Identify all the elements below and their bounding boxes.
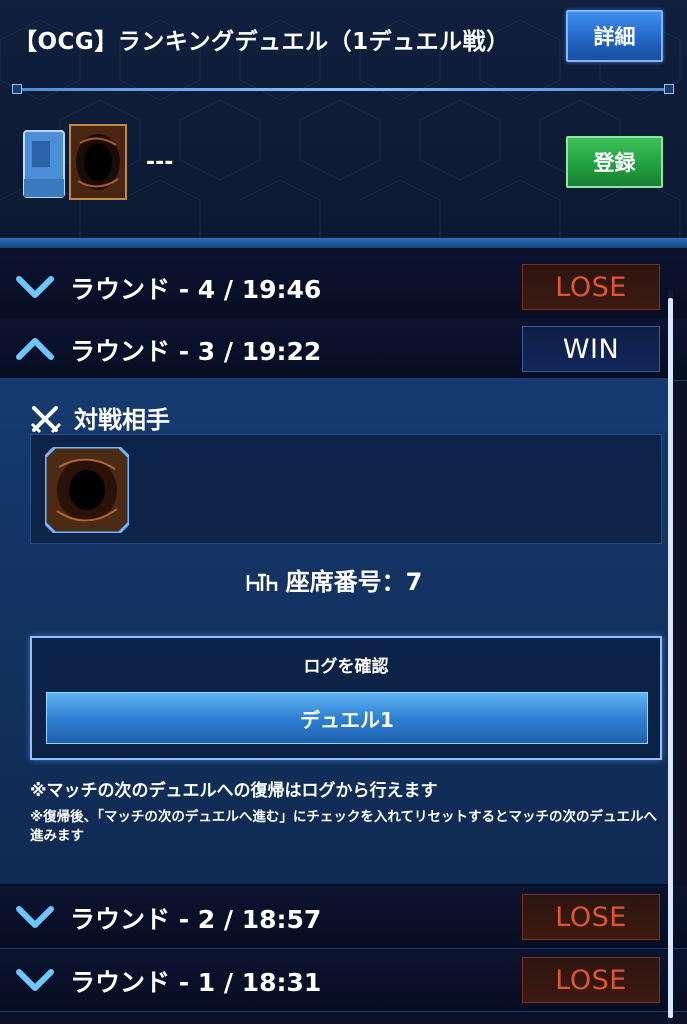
opponent-heading: 対戦相手: [30, 400, 170, 435]
reset-note: ※復帰後、「マッチの次のデュエルへ進む」にチェックを入れてリセットするとマッチの…: [30, 809, 657, 844]
return-note: ※マッチの次のデュエルへの復帰はログから行えます: [30, 781, 438, 801]
seat-number: 座席番号：7: [0, 562, 668, 597]
duel-log-button[interactable]: デュエル1: [46, 692, 648, 744]
round-row-3[interactable]: ラウンド - 3 / 19:22 WIN: [0, 318, 687, 381]
crossed-swords-icon: [30, 406, 62, 434]
result-badge: LOSE: [522, 894, 660, 940]
chevron-down-icon[interactable]: [16, 963, 54, 997]
header-divider: [16, 88, 668, 91]
chevron-down-icon[interactable]: [16, 270, 54, 304]
round-label: ラウンド - 1 / 18:31: [70, 968, 322, 997]
log-box: ログを確認 デュエル1: [30, 636, 662, 760]
event-title: 【OCG】ランキングデュエル（1デュエル戦）: [14, 29, 510, 55]
round-row-1[interactable]: ラウンド - 1 / 18:31 LOSE: [0, 949, 687, 1012]
chevron-up-icon[interactable]: [16, 332, 54, 366]
log-title: ログを確認: [303, 657, 389, 677]
header-bottom-strip: [0, 238, 687, 248]
opponent-box: [30, 434, 662, 544]
divider-end-right: [664, 84, 674, 94]
seat-number-label: 座席番号：7: [285, 568, 423, 596]
round-label: ラウンド - 3 / 19:22: [70, 337, 322, 366]
deck-name: ---: [146, 150, 174, 175]
round-row-4[interactable]: ラウンド - 4 / 19:46 LOSE: [0, 256, 687, 319]
round-row-2[interactable]: ラウンド - 2 / 18:57 LOSE: [0, 886, 687, 949]
seat-icon: [246, 573, 277, 591]
result-badge: LOSE: [522, 957, 660, 1003]
deck-box-icon: [23, 124, 127, 200]
detail-button[interactable]: 詳細: [566, 10, 663, 62]
round-detail-panel: 対戦相手 座席番号：7 ログを確認 デュエル1 ※マッチの次のデュエルへの復帰は…: [0, 378, 668, 884]
opponent-title: 対戦相手: [74, 406, 170, 434]
divider-end-left: [12, 84, 22, 94]
card-back-icon[interactable]: [45, 447, 129, 533]
scrollbar-thumb[interactable]: [668, 298, 673, 1018]
chevron-down-icon[interactable]: [16, 900, 54, 934]
tournament-header: 【OCG】ランキングデュエル（1デュエル戦） 詳細 --- 登録: [0, 0, 687, 240]
result-badge: LOSE: [522, 264, 660, 310]
round-label: ラウンド - 4 / 19:46: [70, 275, 322, 304]
round-label: ラウンド - 2 / 18:57: [70, 905, 322, 934]
result-badge: WIN: [522, 326, 660, 372]
register-button[interactable]: 登録: [566, 136, 663, 188]
